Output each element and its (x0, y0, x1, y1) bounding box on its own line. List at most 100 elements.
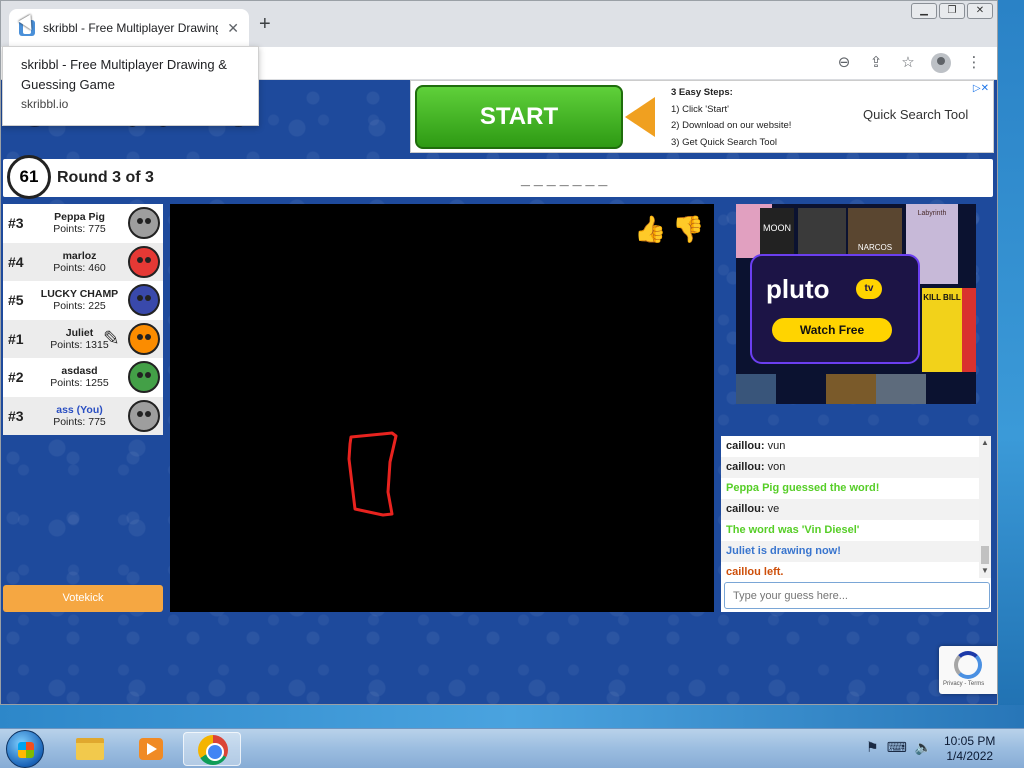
player-name: asdasd (61, 365, 98, 378)
player-rank: #5 (8, 292, 24, 309)
ad-tool-name: Quick Search Tool (863, 107, 969, 122)
ad-poster-kill-bill: KILL BILL (922, 288, 962, 372)
player-points: Points: 460 (53, 261, 106, 274)
chat-message: caillou: ve (721, 499, 979, 520)
chat-messages: caillou: vun caillou: von Peppa Pig guesse… (721, 436, 979, 578)
chrome-icon (198, 735, 228, 765)
clock-time: 10:05 PM (944, 734, 996, 748)
player-points: Points: 225 (53, 300, 106, 313)
ad-steps-title: 3 Easy Steps: (671, 87, 733, 98)
minimize-button[interactable]: ▁ (911, 3, 937, 19)
chat-text: vun (764, 440, 786, 452)
player-avatar (128, 322, 160, 355)
player-info: asdasd Points: 1255 (31, 365, 128, 389)
timer-clock: 61 (7, 155, 51, 199)
taskbar-chrome[interactable] (183, 732, 241, 766)
player-row[interactable]: #1 Juliet Points: 1315 ✎ (3, 319, 163, 358)
player-row[interactable]: #3 Peppa Pig Points: 775 (3, 204, 163, 243)
ad-poster (876, 374, 926, 404)
ad-start-button[interactable]: START (415, 85, 623, 149)
menu-dots-icon[interactable]: ⋮ (965, 54, 983, 72)
skribbl-page: skribbl.io START 3 Easy Steps: 1) Click … (1, 80, 997, 704)
scroll-thumb[interactable] (981, 546, 989, 564)
tab-strip: skribbl - Free Multiplayer Drawing & Gue… (1, 1, 997, 47)
chat-user: caillou: (726, 440, 765, 452)
recaptcha-links[interactable]: Privacy - Terms (943, 681, 984, 687)
player-info: marloz Points: 460 (31, 250, 128, 274)
ad-step-3: 3) Get Quick Search Tool (671, 136, 777, 148)
recaptcha-badge[interactable]: Privacy - Terms (939, 646, 997, 694)
chat-message: The word was 'Vin Diesel' (726, 524, 860, 536)
system-clock[interactable]: 10:05 PM 1/4/2022 (944, 734, 995, 764)
player-row[interactable]: #3 ass (You) Points: 775 (3, 396, 163, 435)
player-name: LUCKY CHAMP (40, 288, 119, 301)
share-icon[interactable]: ⇪ (867, 54, 885, 72)
tooltip-url: skribbl.io (21, 97, 69, 111)
new-tab-button[interactable]: + (259, 13, 271, 36)
player-rank: #4 (8, 253, 24, 270)
taskbar-media-player[interactable] (121, 732, 179, 766)
start-button[interactable] (6, 730, 44, 768)
close-window-button[interactable]: ✕ (967, 3, 993, 19)
restore-button[interactable]: ❐ (939, 3, 965, 19)
thumbs-down-icon[interactable]: 👎 (672, 214, 704, 245)
chat-message: Peppa Pig guessed the word! (726, 482, 880, 494)
votekick-button[interactable]: Votekick (3, 585, 163, 612)
desktop-wallpaper-right (998, 0, 1024, 728)
chat-message: caillou: von (721, 457, 979, 478)
top-ad-banner[interactable]: START 3 Easy Steps: 1) Click 'Start' 2) … (410, 80, 994, 153)
chat-panel: caillou: vun caillou: von Peppa Pig guesse… (721, 436, 991, 612)
network-icon[interactable]: ⌨ (887, 739, 907, 756)
player-info: LUCKY CHAMP Points: 225 (31, 288, 128, 312)
chat-message: caillou left. (726, 566, 784, 578)
chat-text: ve (764, 503, 780, 515)
drawing-canvas[interactable]: 👍 👎 (170, 204, 714, 612)
star-icon[interactable]: ☆ (899, 54, 917, 72)
clock-date: 1/4/2022 (946, 749, 994, 763)
zoom-out-icon[interactable]: ⊖ (835, 54, 853, 72)
player-rank: #2 (8, 369, 24, 386)
ad-close-icon[interactable]: ▷✕ (973, 83, 989, 94)
chat-scrollbar[interactable]: ▲ ▼ (979, 436, 991, 578)
toolbar-icons: ⊖ ⇪ ☆ ⋮ (835, 53, 983, 73)
volume-icon[interactable]: 🔈 (915, 739, 932, 756)
tab-skribbl[interactable]: skribbl - Free Multiplayer Drawing & Gue… (9, 9, 249, 47)
side-ad-pluto[interactable]: MOON NARCOS Labyrinth KILL BILL pluto tv… (736, 204, 976, 404)
drawing-layer (347, 431, 398, 517)
player-name: Peppa Pig (54, 211, 105, 224)
player-rank: #3 (8, 215, 24, 232)
player-points: Points: 775 (53, 415, 106, 428)
round-bar: 61 Round 3 of 3 _______ (3, 155, 993, 199)
player-row[interactable]: #5 LUCKY CHAMP Points: 225 (3, 281, 163, 320)
tab-close-icon[interactable]: ✕ (227, 20, 239, 37)
system-tray: ⚑ ⌨ 🔈 (866, 739, 932, 756)
taskbar-explorer[interactable] (60, 732, 118, 766)
recaptcha-icon (954, 651, 982, 679)
ad-arrow-icon (625, 97, 655, 137)
chat-user: caillou: (726, 461, 765, 473)
player-info: Peppa Pig Points: 775 (31, 211, 128, 235)
scroll-down-icon[interactable]: ▼ (981, 566, 989, 575)
media-player-icon (139, 738, 163, 760)
player-name: ass (You) (56, 403, 103, 416)
guess-input[interactable] (724, 582, 990, 609)
chat-text: von (764, 461, 786, 473)
player-avatar (128, 207, 160, 240)
word-hint: _______ (521, 171, 612, 188)
scroll-up-icon[interactable]: ▲ (981, 438, 989, 447)
player-name: marloz (62, 249, 97, 262)
pluto-card: pluto tv Watch Free (750, 254, 920, 364)
ad-steps: 3 Easy Steps: 1) Click 'Start' 2) Downlo… (671, 85, 791, 151)
tab-title: skribbl - Free Multiplayer Drawing & Gue… (43, 21, 218, 35)
browser-window: skribbl - Free Multiplayer Drawing & Gue… (0, 0, 998, 705)
player-row[interactable]: #2 asdasd Points: 1255 (3, 358, 163, 397)
flag-alert-icon[interactable]: ⚑ (866, 739, 879, 756)
player-row[interactable]: #4 marloz Points: 460 (3, 242, 163, 281)
thumbs-up-icon[interactable]: 👍 (634, 214, 666, 245)
window-controls: ▁ ❐ ✕ (911, 3, 993, 19)
player-rank: #1 (8, 330, 24, 347)
watch-free-button[interactable]: Watch Free (772, 318, 892, 342)
pluto-logo: pluto (766, 274, 830, 304)
profile-icon[interactable] (931, 53, 951, 73)
pluto-tv-badge: tv (856, 279, 882, 299)
